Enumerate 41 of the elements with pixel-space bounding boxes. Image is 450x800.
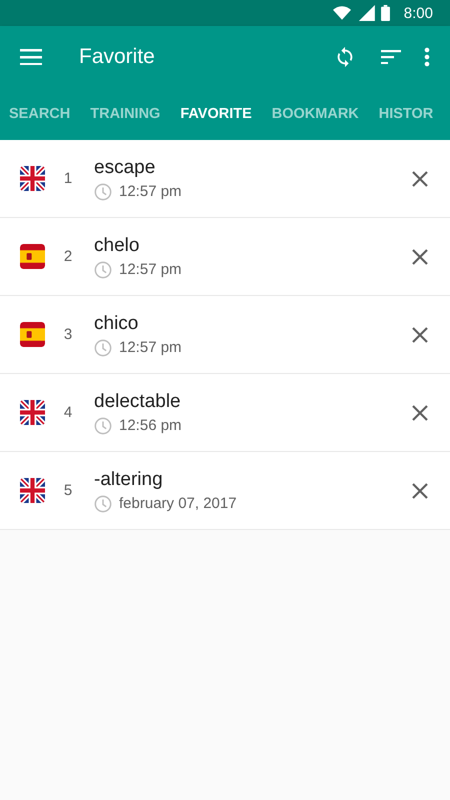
union-jack-flag-icon — [20, 400, 45, 425]
close-icon[interactable] — [410, 246, 430, 266]
word-text: delectable — [94, 390, 182, 412]
list-item[interactable]: 5 -altering february 07, 2017 — [0, 452, 450, 530]
spain-flag-icon — [20, 244, 45, 269]
word-text: escape — [94, 156, 156, 178]
tab[interactable]: FAVORITE — [180, 88, 252, 140]
clock-icon — [94, 338, 112, 356]
union-jack-flag-icon — [20, 166, 45, 191]
clock-icon — [94, 260, 112, 278]
word-text: chelo — [94, 234, 140, 256]
timestamp: 12:57 pm — [119, 183, 182, 200]
item-number: 4 — [62, 404, 74, 421]
spain-flag-icon — [20, 322, 45, 347]
word-text: chico — [94, 312, 140, 334]
toolbar-title: Favorite — [79, 45, 156, 69]
clock-time: 8:00 — [404, 4, 433, 22]
close-icon[interactable] — [410, 168, 430, 188]
clock-icon — [94, 494, 112, 512]
wifi-icon — [332, 6, 351, 20]
signal-icon — [356, 5, 375, 21]
item-number: 2 — [62, 248, 74, 265]
timestamp: 12:56 pm — [119, 417, 182, 434]
list-item[interactable]: 3 chico 12:57 pm — [0, 296, 450, 374]
list-item[interactable]: 4 delectable 12:56 pm — [0, 374, 450, 452]
list-item[interactable]: 1 escape 12:57 pm — [0, 140, 450, 218]
close-icon[interactable] — [410, 324, 430, 344]
list-item[interactable]: 2 chelo 12:57 pm — [0, 218, 450, 296]
item-number: 5 — [62, 482, 74, 499]
clock-icon — [94, 182, 112, 200]
close-icon[interactable] — [410, 480, 430, 500]
close-icon[interactable] — [410, 402, 430, 422]
item-number: 3 — [62, 326, 74, 343]
word-text: -altering — [94, 468, 164, 490]
timestamp: february 07, 2017 — [119, 495, 237, 512]
timestamp: 12:57 pm — [119, 339, 182, 356]
union-jack-flag-icon — [20, 478, 45, 503]
clock-icon — [94, 416, 112, 434]
timestamp: 12:57 pm — [119, 261, 182, 278]
battery-icon — [380, 5, 390, 21]
item-number: 1 — [62, 170, 74, 187]
